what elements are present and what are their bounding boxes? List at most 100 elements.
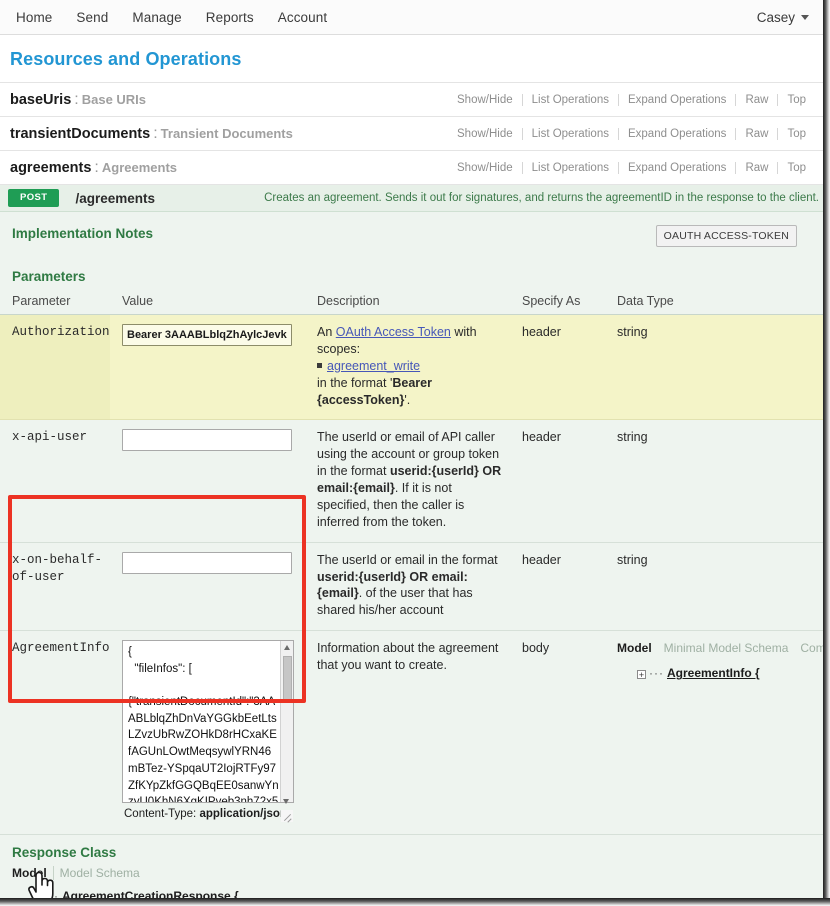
nav-link-send[interactable]: Send <box>64 10 120 25</box>
action-list-operations[interactable]: List Operations <box>523 162 618 174</box>
param-name-x-on-behalf-of-user: x-on-behalf-of-user <box>0 542 110 632</box>
oauth-access-token-link[interactable]: OAuth Access Token <box>336 325 451 339</box>
nav-link-reports[interactable]: Reports <box>194 10 266 25</box>
table-row-agreementinfo: AgreementInfo { "fileInfos": [ {"transie… <box>0 630 830 835</box>
resource-separator: : <box>74 90 79 108</box>
expand-toggle-icon[interactable]: + <box>637 669 646 679</box>
resource-row-agreements[interactable]: agreements: Agreements Show/Hide List Ope… <box>0 150 823 184</box>
param-value-cell-authorization <box>110 314 305 421</box>
tab-model[interactable]: Model <box>617 640 658 656</box>
resource-row-transientdocuments[interactable]: transientDocuments: Transient Documents S… <box>0 116 823 150</box>
agreementinfo-textarea[interactable]: { "fileInfos": [ {"transientDocumentId":… <box>122 640 294 804</box>
table-row-x-api-user: x-api-user The userId or email of API ca… <box>0 419 823 543</box>
action-list-operations[interactable]: List Operations <box>523 94 618 106</box>
desc-line-scope: agreement_write <box>317 358 504 375</box>
scrollbar-thumb[interactable] <box>283 656 292 701</box>
page-body: Resources and Operations baseUris: Base U… <box>0 35 830 906</box>
response-model-tabs: Model Model Schema <box>12 865 823 880</box>
resource-separator: : <box>94 158 99 176</box>
action-show-hide[interactable]: Show/Hide <box>448 94 522 106</box>
action-expand-operations[interactable]: Expand Operations <box>619 162 735 174</box>
scroll-up-arrow-icon[interactable] <box>281 641 294 654</box>
param-data-type-x-api-user: string <box>605 419 823 543</box>
oauth-access-token-button[interactable]: OAUTH ACCESS-TOKEN <box>655 225 797 247</box>
bullet-icon <box>317 362 322 368</box>
column-header-data-type: Data Type <box>605 290 823 315</box>
nav-link-account[interactable]: Account <box>266 10 339 25</box>
top-navigation-bar: Home Send Manage Reports Account Casey <box>0 0 823 35</box>
resource-label-transientdocuments: transientDocuments: Transient Documents <box>10 125 293 143</box>
action-top[interactable]: Top <box>778 162 815 174</box>
page-title: Resources and Operations <box>10 49 242 69</box>
window-frame-bottom-edge <box>0 898 830 906</box>
oauth-button-row: OAUTH ACCESS-TOKEN <box>0 225 823 251</box>
user-menu[interactable]: Casey <box>757 10 823 25</box>
param-name-authorization: Authorization <box>0 314 110 421</box>
model-tree-name[interactable]: AgreementInfo { <box>667 666 760 680</box>
tab-minimal-model-schema[interactable]: Minimal Model Schema <box>658 640 795 656</box>
window-frame-right-edge <box>823 0 830 906</box>
param-name-agreementinfo: AgreementInfo <box>0 630 110 835</box>
action-show-hide[interactable]: Show/Hide <box>448 128 522 140</box>
resource-actions-agreements: Show/Hide List Operations Expand Operati… <box>448 161 815 174</box>
column-header-specify-as: Specify As <box>510 290 605 315</box>
param-name-x-api-user: x-api-user <box>0 419 110 543</box>
swagger-api-docs-page: Home Send Manage Reports Account Casey R… <box>0 0 830 906</box>
resource-actions-baseuris: Show/Hide List Operations Expand Operati… <box>448 93 815 106</box>
desc-line-format: in the format 'Bearer {accessToken}'. <box>317 375 504 409</box>
desc-part-1: The userId or email in the format <box>317 552 498 567</box>
content-type-label: Content-Type: <box>124 808 197 821</box>
operation-block-post-agreements: POST /agreements Creates an agreement. S… <box>0 184 830 906</box>
content-type-line: Content-Type: application/json <box>122 807 294 823</box>
content-type-value: application/json <box>199 808 287 821</box>
action-raw[interactable]: Raw <box>736 162 777 174</box>
desc-prefix: An <box>317 325 336 339</box>
textarea-scrollbar[interactable] <box>280 641 294 803</box>
param-description-agreementinfo: Information about the agreement that you… <box>305 630 510 835</box>
http-method-badge: POST <box>8 189 60 207</box>
action-show-hide[interactable]: Show/Hide <box>448 162 522 174</box>
model-tree-agreementinfo: + ··· AgreementInfo { <box>617 665 817 681</box>
param-description-x-on-behalf-of-user: The userId or email in the format userid… <box>305 542 510 632</box>
operation-body: Implementation Notes OAUTH ACCESS-TOKEN … <box>0 212 830 906</box>
action-list-operations[interactable]: List Operations <box>523 128 618 140</box>
action-top[interactable]: Top <box>778 94 815 106</box>
param-specify-as-x-on-behalf-of-user: header <box>510 542 605 632</box>
resource-description: Agreements <box>101 159 177 175</box>
resource-description: Transient Documents <box>160 125 293 141</box>
action-raw[interactable]: Raw <box>736 94 777 106</box>
operation-header[interactable]: POST /agreements Creates an agreement. S… <box>0 185 823 212</box>
scroll-down-arrow-icon[interactable] <box>280 795 293 808</box>
resource-label-baseuris: baseUris: Base URIs <box>10 91 146 109</box>
nav-link-manage[interactable]: Manage <box>120 10 193 25</box>
resource-row-baseuris[interactable]: baseUris: Base URIs Show/Hide List Operat… <box>0 82 823 116</box>
action-expand-operations[interactable]: Expand Operations <box>619 94 735 106</box>
action-top[interactable]: Top <box>778 128 815 140</box>
x-on-behalf-of-user-input[interactable] <box>122 551 292 574</box>
authorization-input[interactable] <box>122 324 292 346</box>
model-tabs: Model Minimal Model Schema Complete <box>617 640 830 656</box>
resource-description: Base URIs <box>81 91 147 107</box>
scope-link-agreement-write[interactable]: agreement_write <box>327 359 420 373</box>
table-row-x-on-behalf-of-user: x-on-behalf-of-user The userId or email … <box>0 542 823 632</box>
textarea-resize-handle[interactable] <box>281 809 293 822</box>
column-header-description: Description <box>305 290 510 315</box>
param-description-authorization: An OAuth Access Token with scopes: agree… <box>305 314 510 421</box>
param-specify-as-authorization: header <box>510 314 605 421</box>
param-value-cell-x-on-behalf-of-user <box>110 542 305 632</box>
param-specify-as-x-api-user: header <box>510 419 605 543</box>
param-data-type-x-on-behalf-of-user: string <box>605 542 823 632</box>
nav-links: Home Send Manage Reports Account <box>0 10 339 25</box>
nav-link-home[interactable]: Home <box>10 10 64 25</box>
resource-separator: : <box>153 124 158 142</box>
x-api-user-input[interactable] <box>122 429 292 452</box>
action-expand-operations[interactable]: Expand Operations <box>619 128 735 140</box>
format-prefix: in the format ' <box>317 375 393 390</box>
response-class-title: Response Class <box>12 844 117 860</box>
agreementinfo-textarea-wrapper: { "fileInfos": [ {"transientDocumentId":… <box>122 640 294 823</box>
action-raw[interactable]: Raw <box>736 128 777 140</box>
chevron-down-icon <box>801 14 809 20</box>
parameters-title: Parameters <box>12 269 86 284</box>
column-header-parameter: Parameter <box>0 290 110 315</box>
response-tab-model-schema[interactable]: Model Schema <box>54 866 146 880</box>
